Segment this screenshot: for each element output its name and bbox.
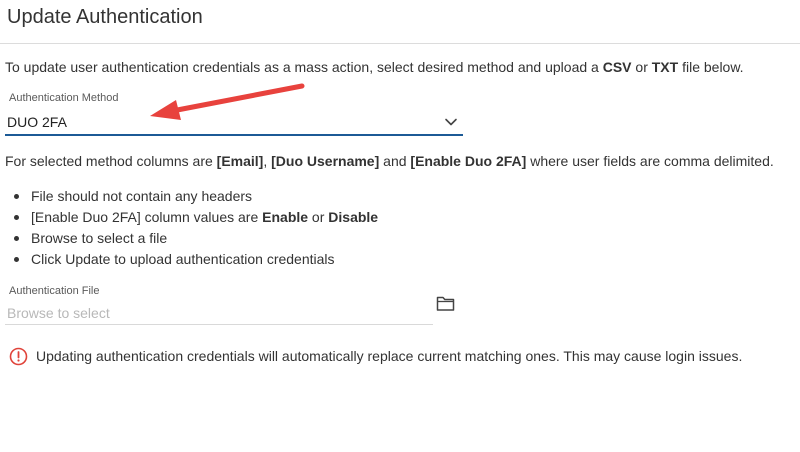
authentication-file-label: Authentication File: [9, 285, 100, 297]
page-title: Update Authentication: [7, 6, 203, 28]
header-divider: [0, 43, 800, 44]
list-item: Click Update to upload authentication cr…: [13, 250, 378, 271]
value-disable: Disable: [328, 209, 379, 225]
column-duo-username: [Duo Username]: [271, 153, 380, 169]
columns-description: For selected method columns are [Email],…: [5, 153, 774, 169]
select-underline: [5, 134, 463, 136]
authentication-method-label: Authentication Method: [9, 92, 119, 104]
alert-circle-icon: [9, 347, 28, 366]
chevron-down-icon[interactable]: [444, 115, 458, 129]
authentication-file-input[interactable]: [5, 302, 433, 325]
list-item: File should not contain any headers: [13, 187, 378, 208]
authentication-method-select[interactable]: DUO 2FA: [5, 111, 463, 136]
column-email: [Email]: [216, 153, 264, 169]
warning-message: Updating authentication credentials will…: [36, 348, 743, 364]
instruction-values-prefix: [Enable Duo 2FA] column values are: [31, 209, 263, 225]
instruction-values-or: or: [308, 209, 329, 225]
columns-sep-2: and: [379, 153, 411, 169]
intro-text: To update user authentication credential…: [5, 59, 744, 75]
intro-text-after: file below.: [678, 59, 744, 75]
columns-sep-1: ,: [263, 153, 272, 169]
intro-text-before: To update user authentication credential…: [5, 59, 603, 75]
column-enable-duo-2fa: [Enable Duo 2FA]: [410, 153, 527, 169]
instruction-update: Click Update to upload authentication cr…: [31, 251, 335, 267]
columns-prefix: For selected method columns are: [5, 153, 217, 169]
intro-or: or: [631, 59, 652, 75]
csv-format: CSV: [602, 59, 632, 75]
columns-suffix: where user fields are comma delimited.: [526, 153, 774, 169]
instruction-no-headers: File should not contain any headers: [31, 188, 253, 204]
instruction-browse: Browse to select a file: [31, 230, 168, 246]
folder-icon[interactable]: [436, 295, 455, 312]
value-enable: Enable: [262, 209, 309, 225]
update-authentication-page: Update Authentication To update user aut…: [0, 0, 800, 452]
list-item: Browse to select a file: [13, 229, 378, 250]
authentication-method-value: DUO 2FA: [7, 114, 67, 130]
list-item: [Enable Duo 2FA] column values are Enabl…: [13, 208, 378, 229]
txt-format: TXT: [651, 59, 679, 75]
instructions-list: File should not contain any headers [Ena…: [13, 187, 378, 271]
